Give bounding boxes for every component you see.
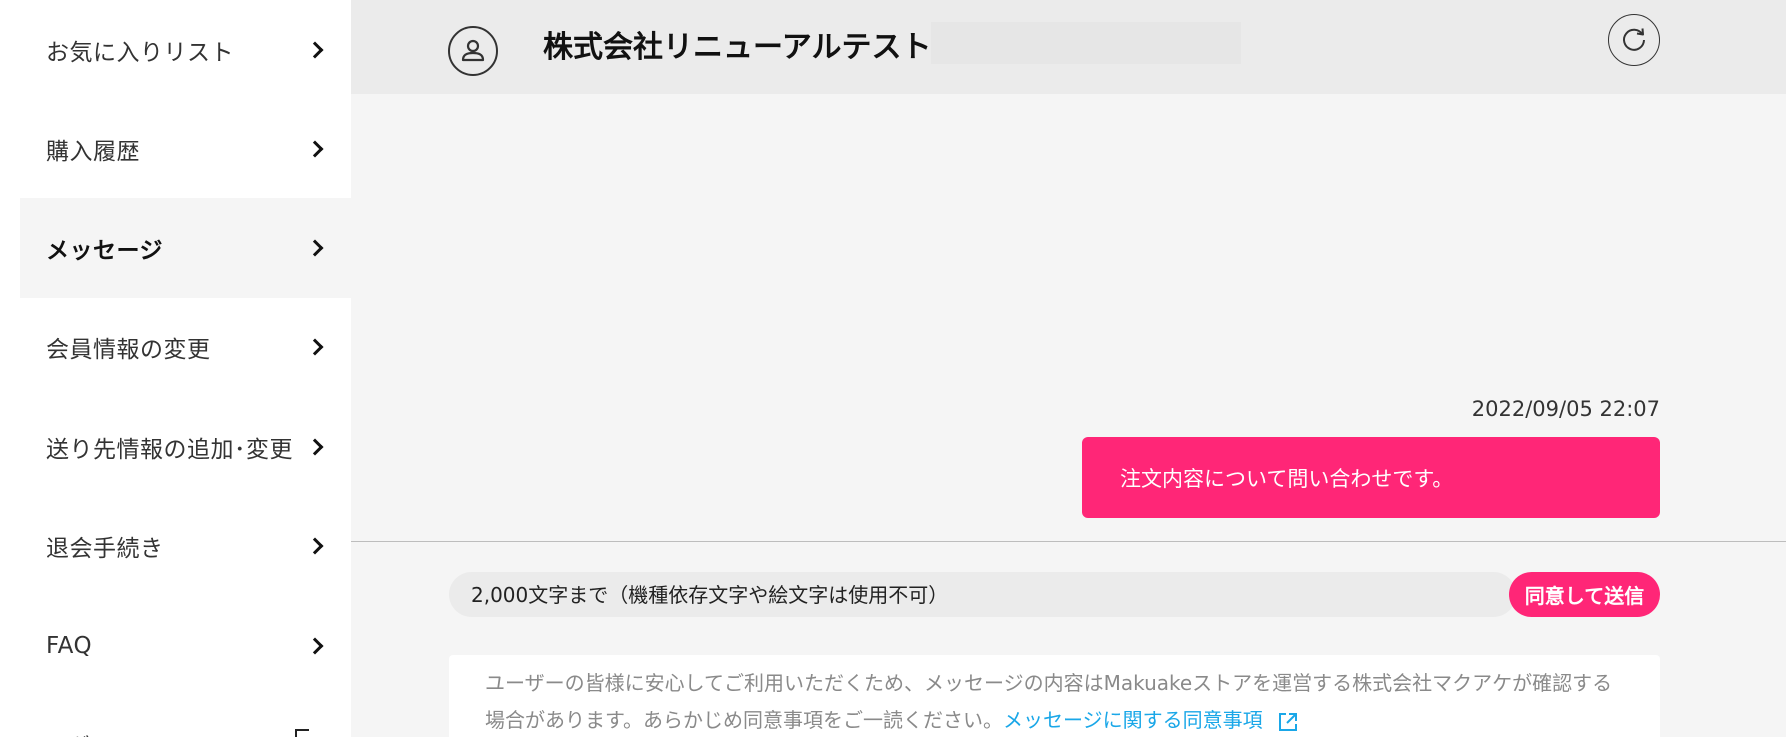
message-text: 注文内容について問い合わせです。 — [1120, 466, 1454, 491]
chevron-right-icon — [306, 41, 324, 59]
sidebar-item-label: 購入履歴 — [46, 139, 140, 165]
chevron-right-icon — [306, 140, 324, 158]
sidebar-item-messages[interactable]: メッセージ — [20, 198, 351, 298]
consent-terms-link[interactable]: メッセージに関する同意事項 — [1003, 708, 1299, 732]
consent-terms-link-label: メッセージに関する同意事項 — [1003, 708, 1263, 732]
chevron-right-icon — [306, 637, 324, 655]
sidebar-item-label: 送り先情報の追加･変更 — [46, 437, 293, 463]
message-bubble: 注文内容について問い合わせです。 — [1082, 437, 1660, 518]
sidebar: お気に入りリスト 購入履歴 メッセージ 会員情報の変更 送り先情報の追加･変更 … — [0, 0, 351, 737]
sidebar-item-member-info[interactable]: 会員情報の変更 — [20, 297, 351, 397]
message-input[interactable] — [449, 572, 1516, 617]
chevron-right-icon — [306, 239, 324, 257]
sidebar-item-withdraw[interactable]: 退会手続き — [20, 496, 351, 596]
sidebar-item-faq[interactable]: FAQ — [20, 596, 351, 696]
sidebar-item-logout-partial[interactable]: ログ — [46, 729, 90, 737]
chevron-right-icon — [306, 537, 324, 555]
chevron-right-icon — [306, 438, 324, 456]
sidebar-item-label: 退会手続き — [46, 536, 164, 562]
sidebar-item-label: 会員情報の変更 — [46, 337, 211, 363]
logout-icon — [295, 729, 309, 737]
sidebar-item-label: お気に入りリスト — [46, 40, 234, 66]
consent-notice: ユーザーの皆様に安心してご利用いただくため、メッセージの内容はMakuakeスト… — [449, 655, 1660, 737]
message-timestamp: 2022/09/05 22:07 — [1471, 397, 1660, 421]
divider — [351, 541, 1786, 542]
shop-name: 株式会社リニューアルテスト — [543, 30, 932, 65]
sidebar-item-label: メッセージ — [46, 238, 164, 264]
sidebar-item-label: FAQ — [46, 633, 93, 659]
refresh-button[interactable] — [1608, 14, 1660, 66]
refresh-icon — [1623, 28, 1645, 51]
external-link-icon — [1278, 712, 1297, 731]
conversation-header: 株式会社リニューアルテスト — [351, 0, 1786, 94]
sidebar-item-favorites[interactable]: お気に入りリスト — [20, 0, 351, 100]
sidebar-item-purchase-history[interactable]: 購入履歴 — [20, 99, 351, 199]
sidebar-item-shipping-address[interactable]: 送り先情報の追加･変更 — [20, 397, 351, 497]
chevron-right-icon — [306, 338, 324, 356]
message-panel: 株式会社リニューアルテスト 2022/09/05 22:07 注文内容について問… — [351, 0, 1786, 737]
agree-and-send-button[interactable]: 同意して送信 — [1509, 572, 1660, 617]
header-strip — [931, 22, 1241, 64]
user-icon — [448, 26, 498, 76]
